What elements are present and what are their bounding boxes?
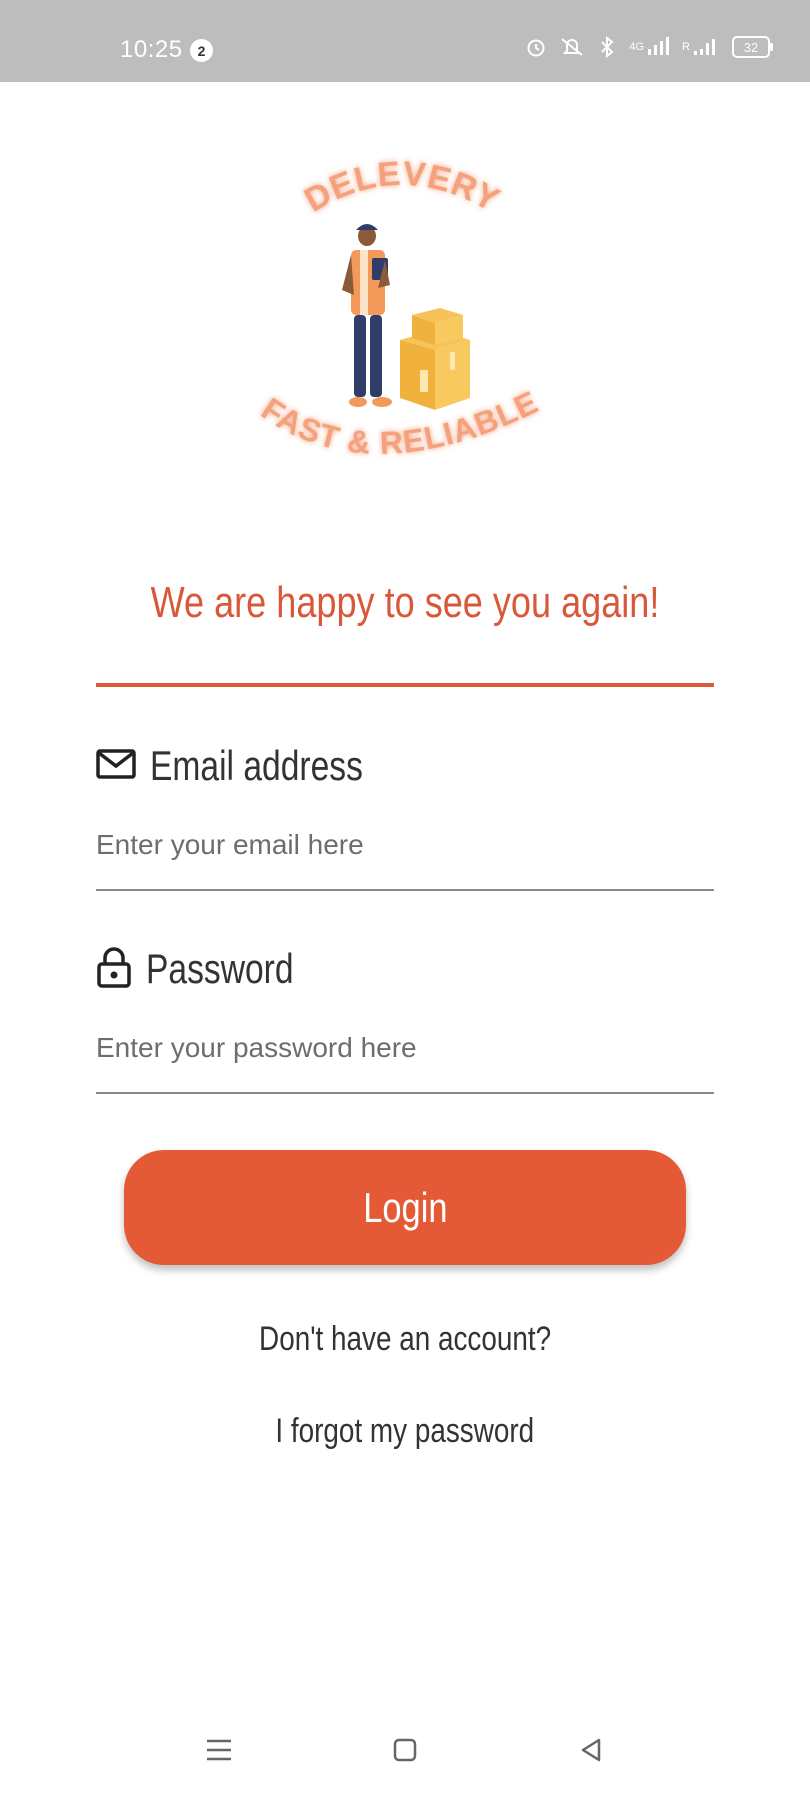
status-time: 10:25 (120, 36, 183, 63)
delivery-person-icon (342, 224, 392, 407)
forgot-password-link-label: I forgot my password (275, 1412, 535, 1450)
app-logo: DELEVERY FAST & RELIABLE (250, 140, 560, 510)
mail-icon (96, 748, 136, 785)
email-underline (96, 889, 714, 891)
battery-icon: 32 (732, 36, 773, 58)
password-input[interactable] (96, 1023, 714, 1073)
back-triangle-icon[interactable] (571, 1730, 611, 1770)
home-square-icon[interactable] (385, 1730, 425, 1770)
password-label: Password (146, 945, 294, 992)
delivery-logo-illustration: DELEVERY FAST & RELIABLE (255, 155, 544, 462)
signup-link[interactable]: Don't have an account? (0, 1320, 810, 1359)
svg-text:FAST & RELIABLE: FAST & RELIABLE (255, 384, 544, 462)
logo-top-text: DELEVERY (298, 155, 505, 220)
email-input[interactable] (96, 820, 714, 870)
email-label: Email address (150, 742, 363, 789)
mute-icon (559, 36, 585, 58)
status-icons: 4G R 32 (525, 36, 773, 58)
tagline-divider (96, 683, 714, 687)
notification-badge: 2 (190, 39, 213, 62)
package-boxes-icon (400, 308, 470, 410)
network-label: 4G (629, 41, 645, 53)
svg-text:DELEVERY: DELEVERY (298, 155, 506, 220)
status-bar: 10:25 2 4G R 32 (0, 0, 810, 82)
welcome-tagline: We are happy to see you again! (150, 578, 660, 627)
signal-4g-icon: 4G (629, 37, 670, 57)
email-label-row: Email address (96, 742, 416, 790)
lock-icon (96, 946, 132, 993)
login-button[interactable]: Login (124, 1150, 686, 1265)
signup-link-label: Don't have an account? (258, 1320, 552, 1358)
bluetooth-icon (597, 36, 617, 58)
password-label-row: Password (96, 945, 330, 993)
roaming-label: R (682, 41, 690, 53)
battery-level: 32 (743, 39, 759, 55)
system-nav-bar (0, 1730, 810, 1790)
login-button-label: Login (362, 1183, 448, 1231)
alarm-icon (525, 36, 547, 58)
logo-bottom-text: FAST & RELIABLE (255, 384, 543, 462)
forgot-password-link[interactable]: I forgot my password (0, 1412, 810, 1451)
signal-roaming-icon: R (682, 37, 720, 57)
password-underline (96, 1092, 714, 1094)
menu-icon[interactable] (199, 1730, 239, 1770)
